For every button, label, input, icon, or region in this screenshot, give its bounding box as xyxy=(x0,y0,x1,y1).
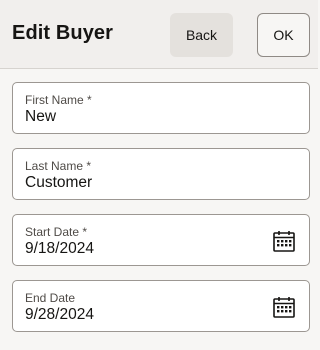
back-button[interactable]: Back xyxy=(170,13,233,57)
start-date-value[interactable]: 9/18/2024 xyxy=(25,240,94,258)
first-name-label: First Name * xyxy=(25,93,92,107)
start-date-field[interactable]: Start Date * 9/18/2024 xyxy=(12,214,310,266)
end-date-field[interactable]: End Date 9/28/2024 xyxy=(12,280,310,332)
last-name-field[interactable]: Last Name * Customer xyxy=(12,148,310,200)
page-header: Edit Buyer Back OK xyxy=(0,0,318,69)
last-name-label: Last Name * xyxy=(25,159,92,173)
page-title: Edit Buyer xyxy=(12,22,114,44)
last-name-value[interactable]: Customer xyxy=(25,174,92,192)
start-date-label: Start Date * xyxy=(25,225,88,239)
calendar-icon[interactable] xyxy=(273,230,295,252)
calendar-icon[interactable] xyxy=(273,296,295,318)
ok-button[interactable]: OK xyxy=(257,13,310,57)
first-name-field[interactable]: First Name * New xyxy=(12,82,310,134)
end-date-label: End Date xyxy=(25,291,76,305)
first-name-value[interactable]: New xyxy=(25,108,56,126)
end-date-value[interactable]: 9/28/2024 xyxy=(25,306,94,324)
